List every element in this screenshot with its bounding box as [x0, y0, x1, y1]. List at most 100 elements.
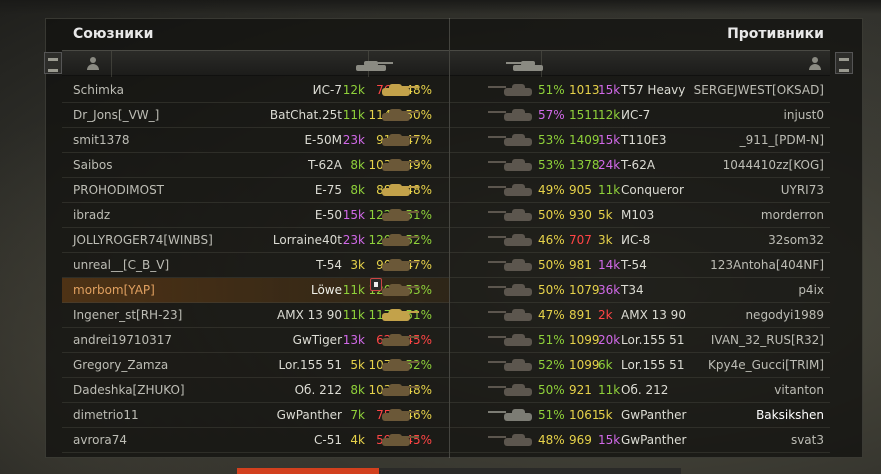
tank-name: T-54 — [621, 258, 647, 272]
enemy-row[interactable]: 50% 981 14k T-54 123Antoha[404NF] — [450, 253, 830, 278]
loading-progress-fill — [237, 468, 380, 474]
tank-silhouette-icon — [374, 308, 426, 322]
battles-count: 8k — [350, 183, 365, 197]
ally-row[interactable]: dimetrio11GwPanther7k75646% — [62, 403, 449, 428]
loading-progress-bar — [237, 468, 681, 474]
tank-name: AMX 13 90 — [277, 308, 342, 322]
ally-row[interactable]: SaibosT-62A8k103849% — [62, 153, 449, 178]
battles-count: 15k — [342, 208, 365, 222]
battles-count: 23k — [342, 133, 365, 147]
battles-count: 11k — [598, 383, 621, 397]
battles-count: 6k — [598, 358, 613, 372]
win-rate: 50% — [538, 208, 565, 222]
enemy-row[interactable]: 48% 969 15k GwPanther svat3 — [450, 428, 830, 453]
tank-name: Löwe — [310, 283, 342, 297]
ally-row[interactable]: unreal__[C_B_V]T-543k90647% — [62, 253, 449, 278]
tank-silhouette-icon — [488, 333, 542, 347]
tank-name: Conqueror — [621, 183, 684, 197]
player-name: Gregory_Zamza — [73, 358, 169, 372]
efficiency-rating: 1099 — [569, 358, 600, 372]
allies-tank-header-icon — [350, 58, 394, 72]
ally-row[interactable]: Dadeshka[ZHUKO]Об. 2128k103548% — [62, 378, 449, 403]
ally-row[interactable]: Ingener_st[RH-23]AMX 13 9011k117051% — [62, 303, 449, 328]
win-rate: 50% — [538, 258, 565, 272]
efficiency-rating: 1013 — [569, 83, 600, 97]
tank-silhouette-icon — [374, 408, 426, 422]
efficiency-rating: 1378 — [569, 158, 600, 172]
battles-count: 14k — [598, 258, 621, 272]
ally-row[interactable]: SchimkaИС-712k76148% — [62, 78, 449, 103]
allies-rank-icon — [44, 52, 62, 74]
tank-silhouette-icon — [374, 183, 426, 197]
efficiency-rating: 1409 — [569, 133, 600, 147]
tank-name: ИС-7 — [621, 108, 651, 122]
ally-row[interactable]: smit1378E-50M23k91547% — [62, 128, 449, 153]
win-rate: 51% — [538, 408, 565, 422]
player-name: IVAN_32_RUS[R32] — [710, 333, 824, 347]
enemy-row[interactable]: 51% 1013 15k T57 Heavy SERGEJWEST[OKSAD] — [450, 78, 830, 103]
ally-row[interactable]: morbom[YAP]Löwe11k120153% — [62, 278, 449, 303]
tank-silhouette-icon — [488, 283, 542, 297]
enemy-row[interactable]: 53% 1409 15k T110E3 _911_[PDM-N] — [450, 128, 830, 153]
enemy-row[interactable]: 57% 1511 12k ИС-7 injust0 — [450, 103, 830, 128]
tank-name: E-50 — [314, 208, 342, 222]
battles-count: 11k — [342, 283, 365, 297]
tank-silhouette-icon — [374, 158, 426, 172]
player-name: p4ix — [798, 283, 824, 297]
tank-silhouette-icon — [374, 83, 426, 97]
allies-list: SchimkaИС-712k76148%Dr_Jons[_VW_]BatChat… — [62, 78, 449, 453]
ally-row[interactable]: PROHODIMOSTE-758k88248% — [62, 178, 449, 203]
tank-name: GwPanther — [621, 433, 687, 447]
battles-count: 15k — [598, 133, 621, 147]
efficiency-rating: 969 — [569, 433, 592, 447]
ally-row[interactable]: avrora74C-514k59745% — [62, 428, 449, 453]
battles-count: 5k — [350, 358, 365, 372]
tank-name: Об. 212 — [621, 383, 669, 397]
enemy-row[interactable]: 46% 707 3k ИС-8 32som32 — [450, 228, 830, 253]
player-name: UYRI73 — [780, 183, 824, 197]
enemy-row[interactable]: 47% 891 2k AMX 13 90 negodyi1989 — [450, 303, 830, 328]
tank-silhouette-icon — [488, 83, 542, 97]
enemies-rank-icon — [835, 52, 853, 74]
battles-count: 24k — [598, 158, 621, 172]
tank-name: AMX 13 90 — [621, 308, 686, 322]
ally-row[interactable]: andrei19710317GwTiger13k62845% — [62, 328, 449, 353]
efficiency-rating: 1079 — [569, 283, 600, 297]
enemy-row[interactable]: 52% 1099 6k Lor.155 51 Kpy4e_Gucci[TRIM] — [450, 353, 830, 378]
tank-name: T34 — [621, 283, 644, 297]
enemy-row[interactable]: 53% 1378 24k T-62A 1044410zz[KOG] — [450, 153, 830, 178]
enemy-row[interactable]: 50% 930 5k M103 morderron — [450, 203, 830, 228]
tank-silhouette-icon — [488, 108, 542, 122]
player-name: andrei19710317 — [73, 333, 173, 347]
player-name: morderron — [760, 208, 824, 222]
battles-count: 12k — [598, 108, 621, 122]
platoon-icon — [370, 278, 382, 291]
ally-row[interactable]: Dr_Jons[_VW_]BatChat.25t11k114250% — [62, 103, 449, 128]
battles-count: 20k — [598, 333, 621, 347]
ally-row[interactable]: Gregory_ZamzaLor.155 515k107152% — [62, 353, 449, 378]
enemy-row[interactable]: 51% 1061 5k GwPanther Baksikshen — [450, 403, 830, 428]
player-name: Baksikshen — [756, 408, 824, 422]
enemy-row[interactable]: 50% 1079 36k T34 p4ix — [450, 278, 830, 303]
player-name: morbom[YAP] — [73, 283, 155, 297]
enemy-row[interactable]: 51% 1099 20k Lor.155 51 IVAN_32_RUS[R32] — [450, 328, 830, 353]
win-rate: 47% — [538, 308, 565, 322]
efficiency-rating: 707 — [569, 233, 592, 247]
allies-title: Союзники — [73, 26, 154, 42]
tank-name: GwPanther — [276, 408, 342, 422]
battles-count: 3k — [598, 233, 613, 247]
battles-count: 15k — [598, 83, 621, 97]
tank-name: Об. 212 — [294, 383, 342, 397]
tank-name: Lor.155 51 — [621, 358, 685, 372]
ally-row[interactable]: ibradzE-5015k122651% — [62, 203, 449, 228]
win-rate: 51% — [538, 333, 565, 347]
battles-count: 15k — [598, 433, 621, 447]
tank-name: Lor.155 51 — [621, 333, 685, 347]
ally-row[interactable]: JOLLYROGER74[WINBS]Lorraine40t23k120352% — [62, 228, 449, 253]
enemy-row[interactable]: 49% 905 11k Conqueror UYRI73 — [450, 178, 830, 203]
enemy-row[interactable]: 50% 921 11k Об. 212 vitanton — [450, 378, 830, 403]
tank-silhouette-icon — [488, 158, 542, 172]
tank-silhouette-icon — [488, 433, 542, 447]
battles-count: 5k — [598, 408, 613, 422]
player-name: svat3 — [790, 433, 824, 447]
